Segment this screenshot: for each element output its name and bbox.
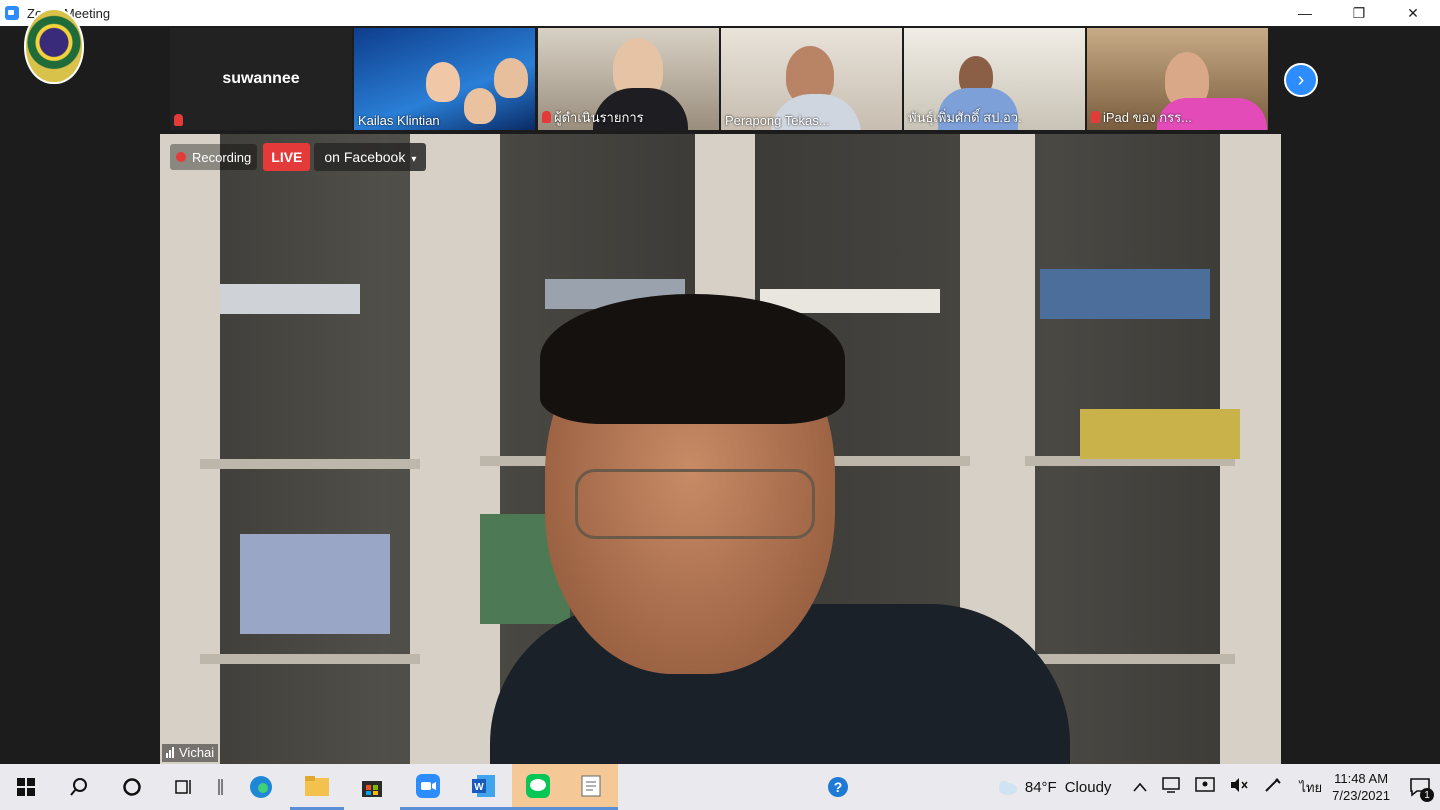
title-bar: Zoom Meeting — ❐ ✕ bbox=[0, 0, 1440, 26]
system-tray: 84°F Cloudy ไทย 11:48 AM 7/23/2021 1 bbox=[995, 764, 1440, 810]
clock-date: 7/23/2021 bbox=[1332, 788, 1390, 803]
edge-icon bbox=[250, 776, 272, 798]
task-view-button[interactable] bbox=[158, 764, 210, 810]
live-target-dropdown[interactable]: on Facebook ▾ bbox=[314, 143, 427, 171]
zoom-icon bbox=[416, 773, 440, 798]
store-icon bbox=[362, 781, 382, 797]
taskbar-divider bbox=[210, 764, 232, 810]
cortana-icon bbox=[123, 778, 141, 796]
cortana-button[interactable] bbox=[106, 764, 158, 810]
search-button[interactable] bbox=[52, 764, 106, 810]
cloud-icon bbox=[998, 781, 1017, 795]
help-icon: ? bbox=[828, 777, 848, 797]
network-icon[interactable] bbox=[1161, 776, 1181, 798]
language-indicator[interactable]: ไทย bbox=[1299, 777, 1322, 798]
participant-tile[interactable]: ผู้ดำเนินรายการ bbox=[538, 28, 719, 130]
signal-strength-icon bbox=[166, 746, 175, 761]
participant-name: suwannee bbox=[222, 70, 300, 87]
live-stream-bar: Recording LIVE on Facebook ▾ bbox=[170, 142, 427, 172]
recording-indicator: Recording bbox=[170, 144, 258, 170]
taskbar: W ? 84°F Cloudy ไทย 11:48 AM 7/23/2021 1 bbox=[0, 764, 1440, 810]
speaker-name: Vichai bbox=[179, 745, 215, 760]
speaker-name-tag: Vichai bbox=[162, 744, 219, 762]
live-target-label: on Facebook bbox=[324, 149, 406, 165]
weather-temp[interactable]: 84°F bbox=[1025, 779, 1057, 796]
record-dot-icon bbox=[176, 152, 186, 162]
participant-video bbox=[464, 88, 496, 124]
mic-muted-icon bbox=[542, 111, 551, 123]
participant-name: iPad ของ กรร... bbox=[1103, 110, 1192, 125]
active-speaker-video[interactable]: Recording LIVE on Facebook ▾ Vichai bbox=[160, 134, 1281, 764]
participant-tile[interactable]: Perapong Tekas... bbox=[721, 28, 902, 130]
mic-muted-icon bbox=[174, 114, 183, 126]
notification-badge: 1 bbox=[1420, 788, 1434, 802]
meet-now-icon[interactable] bbox=[1195, 776, 1216, 798]
close-button[interactable]: ✕ bbox=[1386, 0, 1440, 26]
divider-icon bbox=[218, 779, 223, 795]
svg-text:W: W bbox=[474, 782, 484, 793]
word-icon: W bbox=[472, 774, 495, 797]
taskbar-app-edge[interactable] bbox=[232, 764, 290, 810]
start-button[interactable] bbox=[0, 764, 52, 810]
next-page-button[interactable]: › bbox=[1284, 63, 1318, 97]
weather-desc[interactable]: Cloudy bbox=[1065, 779, 1112, 796]
chevron-right-icon: › bbox=[1297, 68, 1305, 91]
participant-video bbox=[426, 62, 460, 102]
clock-time: 11:48 AM bbox=[1334, 771, 1389, 786]
help-button[interactable]: ? bbox=[822, 764, 854, 810]
taskbar-app-zoom[interactable] bbox=[400, 764, 456, 810]
line-icon bbox=[526, 773, 550, 798]
volume-muted-icon[interactable] bbox=[1229, 776, 1249, 798]
participant-tile[interactable]: suwannee bbox=[170, 28, 352, 130]
participant-tile[interactable]: พันธุ์เพิ่มศักดิ์ สป.อว. bbox=[904, 28, 1085, 130]
taskbar-app-notes[interactable] bbox=[564, 764, 618, 810]
participant-name: Kailas Klintian bbox=[358, 113, 440, 128]
participant-name: Perapong Tekas... bbox=[725, 113, 830, 128]
chevron-down-icon: ▾ bbox=[411, 154, 417, 165]
search-icon bbox=[70, 778, 87, 796]
windows-icon bbox=[17, 778, 35, 796]
restore-button[interactable]: ❐ bbox=[1332, 0, 1386, 26]
university-logo bbox=[24, 8, 84, 84]
task-view-icon bbox=[175, 780, 191, 794]
taskbar-app-store[interactable] bbox=[344, 764, 400, 810]
participant-name: พันธุ์เพิ่มศักดิ์ สป.อว. bbox=[908, 110, 1022, 125]
participant-video bbox=[494, 58, 528, 98]
document-icon bbox=[581, 775, 601, 796]
recording-label: Recording bbox=[192, 149, 252, 165]
zoom-app-icon bbox=[5, 6, 19, 20]
live-badge: LIVE bbox=[263, 143, 311, 171]
svg-text:?: ? bbox=[834, 779, 843, 795]
notification-button[interactable]: 1 bbox=[1400, 764, 1440, 810]
taskbar-app-explorer[interactable] bbox=[290, 764, 344, 810]
mic-muted-icon bbox=[1091, 111, 1100, 123]
window-controls: — ❐ ✕ bbox=[1278, 0, 1440, 26]
participant-name: ผู้ดำเนินรายการ bbox=[554, 110, 644, 125]
taskbar-app-line[interactable] bbox=[512, 764, 564, 810]
glasses bbox=[575, 469, 815, 539]
folder-icon bbox=[305, 775, 329, 796]
taskbar-app-word[interactable]: W bbox=[456, 764, 512, 810]
clock[interactable]: 11:48 AM 7/23/2021 bbox=[1332, 770, 1390, 804]
minimize-button[interactable]: — bbox=[1278, 0, 1332, 26]
pen-icon[interactable] bbox=[1263, 776, 1283, 798]
participant-tile[interactable]: iPad ของ กรร... bbox=[1087, 28, 1268, 130]
participant-tile[interactable]: Kailas Klintian bbox=[354, 28, 535, 130]
chevron-up-icon[interactable] bbox=[1133, 779, 1148, 796]
